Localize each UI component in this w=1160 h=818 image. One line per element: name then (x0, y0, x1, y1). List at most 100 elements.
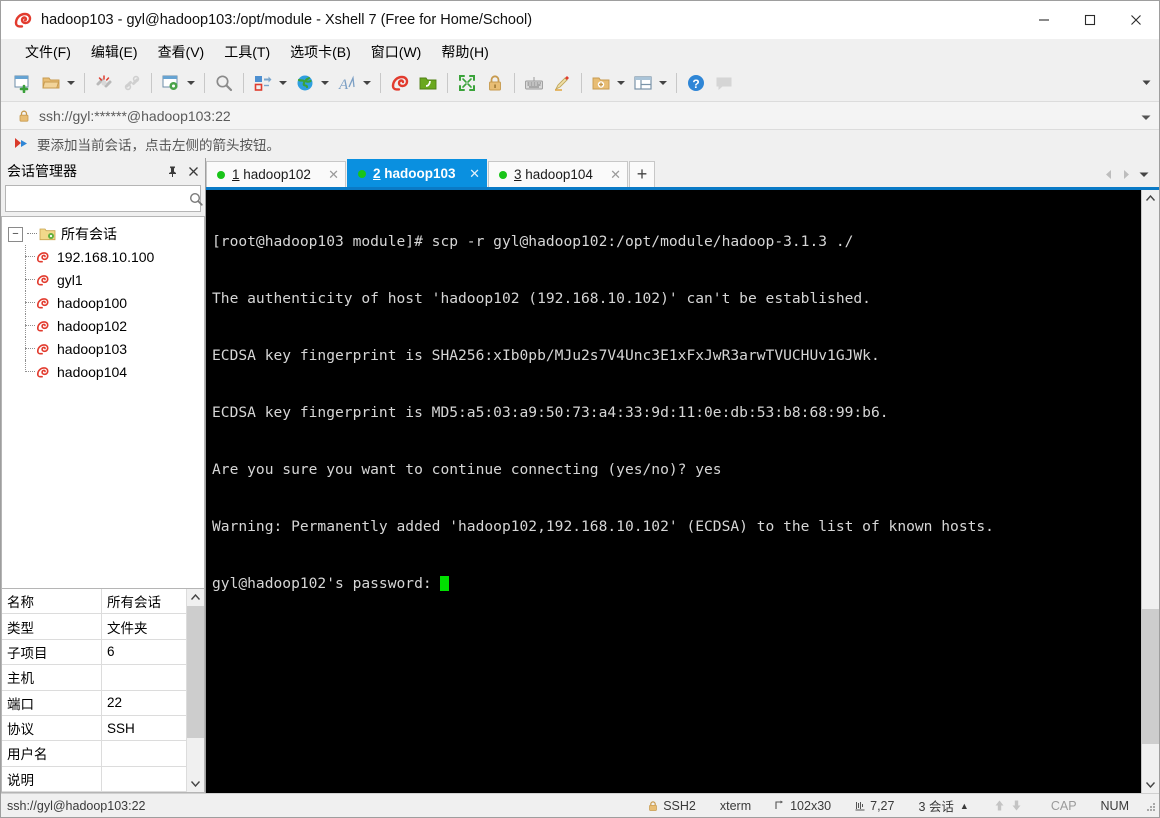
tab-close-icon[interactable]: ✕ (318, 167, 339, 183)
toolbar-separator (84, 73, 85, 93)
tree-node-all-sessions[interactable]: − 所有会话 (2, 223, 204, 245)
tab-list-dropdown-icon[interactable] (1135, 163, 1153, 185)
chat-icon[interactable] (711, 70, 737, 96)
session-manager-title: 会话管理器 (7, 163, 77, 179)
globe-dropdown-icon[interactable] (319, 70, 331, 96)
menu-tools[interactable]: 工具(T) (214, 39, 280, 65)
keyboard-icon[interactable] (521, 70, 547, 96)
session-search-box[interactable] (5, 185, 204, 212)
menu-tabs[interactable]: 选项卡(B) (280, 39, 361, 65)
tab-close-icon[interactable]: ✕ (600, 167, 621, 183)
status-sessions[interactable]: 3 会话 ▲ (906, 795, 980, 817)
layout-icon[interactable] (630, 70, 656, 96)
properties-scrollbar[interactable] (186, 589, 204, 792)
tab-navigation (1099, 161, 1159, 187)
find-icon[interactable] (211, 70, 237, 96)
status-cursor-position[interactable]: 7,27 (843, 795, 906, 817)
status-size[interactable]: 102x30 (763, 795, 843, 817)
menu-window[interactable]: 窗口(W) (361, 39, 432, 65)
terminal-scroll-track[interactable] (1142, 207, 1159, 776)
status-security[interactable]: SSH2 (635, 795, 708, 817)
scroll-down-icon[interactable] (187, 775, 204, 792)
property-key: 类型 (2, 614, 102, 639)
lock-icon[interactable] (482, 70, 508, 96)
terminal-screen[interactable]: [root@hadoop103 module]# scp -r gyl@hado… (206, 190, 1141, 793)
font-icon[interactable]: A (334, 70, 360, 96)
globe-icon[interactable] (292, 70, 318, 96)
properties-scroll-track[interactable] (187, 606, 204, 775)
tab-hadoop103[interactable]: 2 hadoop103 ✕ (347, 159, 487, 187)
open-folder-dropdown-icon[interactable] (65, 70, 77, 96)
chevron-left-icon[interactable] (1099, 163, 1117, 185)
chevron-right-icon[interactable] (1117, 163, 1135, 185)
add-folder-dropdown-icon[interactable] (615, 70, 627, 96)
tab-hadoop102[interactable]: 1 hadoop102 ✕ (206, 161, 346, 187)
toolbar-separator (514, 73, 515, 93)
terminal-scrollbar[interactable] (1141, 190, 1159, 793)
status-num-label: NUM (1100, 798, 1129, 813)
tree-item-session[interactable]: hadoop102 (2, 314, 204, 337)
tree-item-session[interactable]: hadoop103 (2, 337, 204, 360)
scroll-up-icon[interactable] (187, 589, 204, 606)
menu-help-label: 帮助(H) (441, 44, 489, 60)
menu-file[interactable]: 文件(F) (15, 39, 81, 65)
address-dropdown-icon[interactable] (1141, 108, 1151, 126)
tab-number: 2 (373, 166, 381, 181)
session-properties-icon[interactable] (158, 70, 184, 96)
search-input[interactable] (6, 187, 188, 210)
session-manager-panel: 会话管理器 − 所有会话 192.168.10.100 gyl1 hadoop1… (1, 158, 206, 793)
tree-item-session[interactable]: hadoop104 (2, 360, 204, 383)
new-tab-button[interactable]: + (629, 161, 655, 187)
address-input[interactable]: ssh://gyl:******@hadoop103:22 (39, 108, 231, 124)
menu-bar: 文件(F) 编辑(E) 查看(V) 工具(T) 选项卡(B) 窗口(W) 帮助(… (1, 39, 1159, 65)
font-dropdown-icon[interactable] (361, 70, 373, 96)
status-caps-label: CAP (1050, 798, 1077, 813)
arrow-down-icon (1010, 799, 1023, 812)
tab-name: hadoop102 (243, 167, 311, 182)
scroll-down-icon[interactable] (1142, 776, 1159, 793)
address-bar[interactable]: ssh://gyl:******@hadoop103:22 (1, 101, 1159, 130)
maximize-button[interactable] (1067, 1, 1113, 39)
help-icon[interactable]: ? (683, 70, 709, 96)
session-tree[interactable]: − 所有会话 192.168.10.100 gyl1 hadoop100 had… (1, 216, 205, 588)
layout-dropdown-icon[interactable] (657, 70, 669, 96)
tree-node-label: 所有会话 (61, 226, 117, 242)
menu-help[interactable]: 帮助(H) (431, 39, 498, 65)
minimize-button[interactable] (1021, 1, 1067, 39)
tree-item-session[interactable]: gyl1 (2, 268, 204, 291)
properties-scroll-thumb[interactable] (187, 606, 204, 738)
menu-view[interactable]: 查看(V) (148, 39, 215, 65)
toolbar-overflow-icon[interactable] (1139, 73, 1153, 91)
open-folder-icon[interactable] (38, 70, 64, 96)
new-session-icon[interactable] (10, 70, 36, 96)
tree-item-session[interactable]: 192.168.10.100 (2, 245, 204, 268)
disconnect-icon[interactable] (119, 70, 145, 96)
menu-edit[interactable]: 编辑(E) (81, 39, 148, 65)
tree-item-session[interactable]: hadoop100 (2, 291, 204, 314)
sessions-caret-icon[interactable]: ▲ (960, 801, 969, 811)
reconnect-icon[interactable] (91, 70, 117, 96)
xftp-icon[interactable] (415, 70, 441, 96)
tree-item-label: hadoop100 (57, 294, 128, 311)
transfer-file-icon[interactable] (250, 70, 276, 96)
tab-close-icon[interactable]: ✕ (459, 166, 480, 182)
tree-connector (25, 278, 35, 281)
pin-icon[interactable] (163, 162, 181, 180)
search-icon[interactable] (188, 187, 204, 210)
highlight-icon[interactable] (549, 70, 575, 96)
xshell-icon[interactable] (387, 70, 413, 96)
toolbar-separator (243, 73, 244, 93)
transfer-dropdown-icon[interactable] (277, 70, 289, 96)
status-terminal-type[interactable]: xterm (708, 795, 763, 817)
close-button[interactable] (1113, 1, 1159, 39)
scroll-up-icon[interactable] (1142, 190, 1159, 207)
session-icon (36, 250, 52, 264)
resize-grip-icon[interactable] (1143, 799, 1157, 813)
session-properties-dropdown-icon[interactable] (185, 70, 197, 96)
tree-expander-icon[interactable]: − (8, 226, 23, 242)
fullscreen-icon[interactable] (454, 70, 480, 96)
tab-hadoop104[interactable]: 3 hadoop104 ✕ (488, 161, 628, 187)
terminal-scroll-thumb[interactable] (1142, 609, 1159, 744)
add-folder-icon[interactable] (588, 70, 614, 96)
close-icon[interactable] (184, 162, 202, 180)
